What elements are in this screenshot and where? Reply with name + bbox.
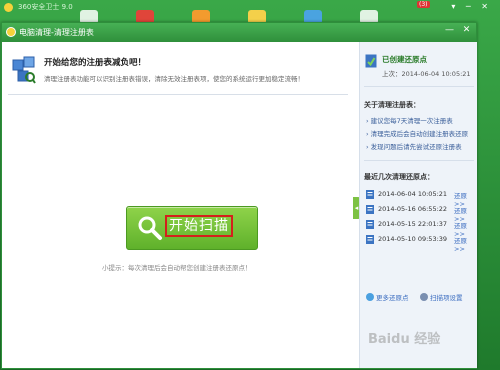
start-scan-label: 开始扫描 [165,215,233,237]
restore-point-date: 2014-05-10 09:53:39 [378,235,448,243]
scan-settings-link[interactable]: 扫描项设置 [420,292,463,302]
about-item[interactable]: › 建议您每7天清理一次注册表 [366,115,453,125]
scan-settings-label: 扫描项设置 [430,294,463,302]
main-panel: 开始给您的注册表减负吧！ 清理注册表功能可以识别注册表错误，清除无效注册表项，使… [2,42,354,368]
restore-point-icon [365,54,377,68]
last-restore-time: 上次：2014-06-04 10:05:21 [382,70,471,78]
magnifier-icon [138,216,162,240]
more-restore-points-link[interactable]: 更多还原点 [366,292,409,302]
globe-icon [366,293,374,301]
start-scan-button[interactable]: 开始扫描 [126,206,258,250]
background-app-title: 360安全卫士 9.0 [18,3,73,11]
dialog-window-controls: — ✕ [444,25,472,36]
document-icon [366,190,374,199]
arrow-right-icon: › [366,117,369,125]
recent-restore-title: 最近几次清理还原点： [364,173,434,181]
page-heading: 开始给您的注册表减负吧！ [44,58,147,68]
restore-point-date: 2014-05-15 22:01:37 [378,220,448,228]
restore-created-label: 已创建还原点 [382,55,427,64]
restore-point-date: 2014-06-04 10:05:21 [378,190,448,198]
restore-point-row: 2014-05-16 06:55:22 还原>> [366,204,476,223]
background-window-controls[interactable]: ▾ ─ ✕ [451,2,492,11]
dialog-titlebar[interactable]: 电脑清理-清理注册表 — ✕ [2,23,476,42]
sidebar-divider [364,86,474,87]
restore-link[interactable]: 还原>> [454,235,476,253]
app-logo-icon [4,3,13,12]
restore-point-row: 2014-06-04 10:05:21 还原>> [366,189,476,208]
about-item[interactable]: › 清理完成后会自动创建注册表还原 [366,128,468,138]
dialog-app-icon [6,27,16,37]
notification-badge: (3) [417,1,430,8]
tip-text: 小提示：每次清理后会自动帮您创建注册表还原点！ [102,264,252,272]
about-item-label: 建议您每7天清理一次注册表 [370,117,453,125]
restore-point-row: 2014-05-15 22:01:37 还原>> [366,219,476,238]
header-divider [8,94,348,95]
arrow-right-icon: › [366,143,369,151]
more-restore-points-label: 更多还原点 [376,294,409,302]
about-item[interactable]: › 发现问题后请先尝试还原注册表 [366,141,462,151]
document-icon [366,220,374,229]
baidu-watermark: Baidu 经验 [368,332,441,347]
registry-cleanup-dialog: 电脑清理-清理注册表 — ✕ 开始给您的注册表减负吧！ 清理注册表功能可以识别注… [1,22,477,369]
about-item-label: 清理完成后会自动创建注册表还原 [370,130,469,138]
restore-point-row: 2014-05-10 09:53:39 还原>> [366,234,476,253]
sidebar-divider [364,160,474,161]
arrow-right-icon: › [366,130,369,138]
dialog-title: 电脑清理-清理注册表 [19,28,94,37]
restore-point-date: 2014-05-16 06:55:22 [378,205,448,213]
about-item-label: 发现问题后请先尝试还原注册表 [370,143,462,151]
page-description: 清理注册表功能可以识别注册表错误，清除无效注册表项，使您的系统运行更加稳定流畅！ [44,75,304,83]
sidebar-panel: 已创建还原点 上次：2014-06-04 10:05:21 关于清理注册表： ›… [359,42,477,368]
minimize-button[interactable]: — [444,25,455,36]
close-button[interactable]: ✕ [461,25,472,36]
about-section-title: 关于清理注册表： [364,101,420,109]
registry-cubes-icon [12,56,36,84]
gear-icon [420,293,428,301]
document-icon [366,205,374,214]
document-icon [366,235,374,244]
